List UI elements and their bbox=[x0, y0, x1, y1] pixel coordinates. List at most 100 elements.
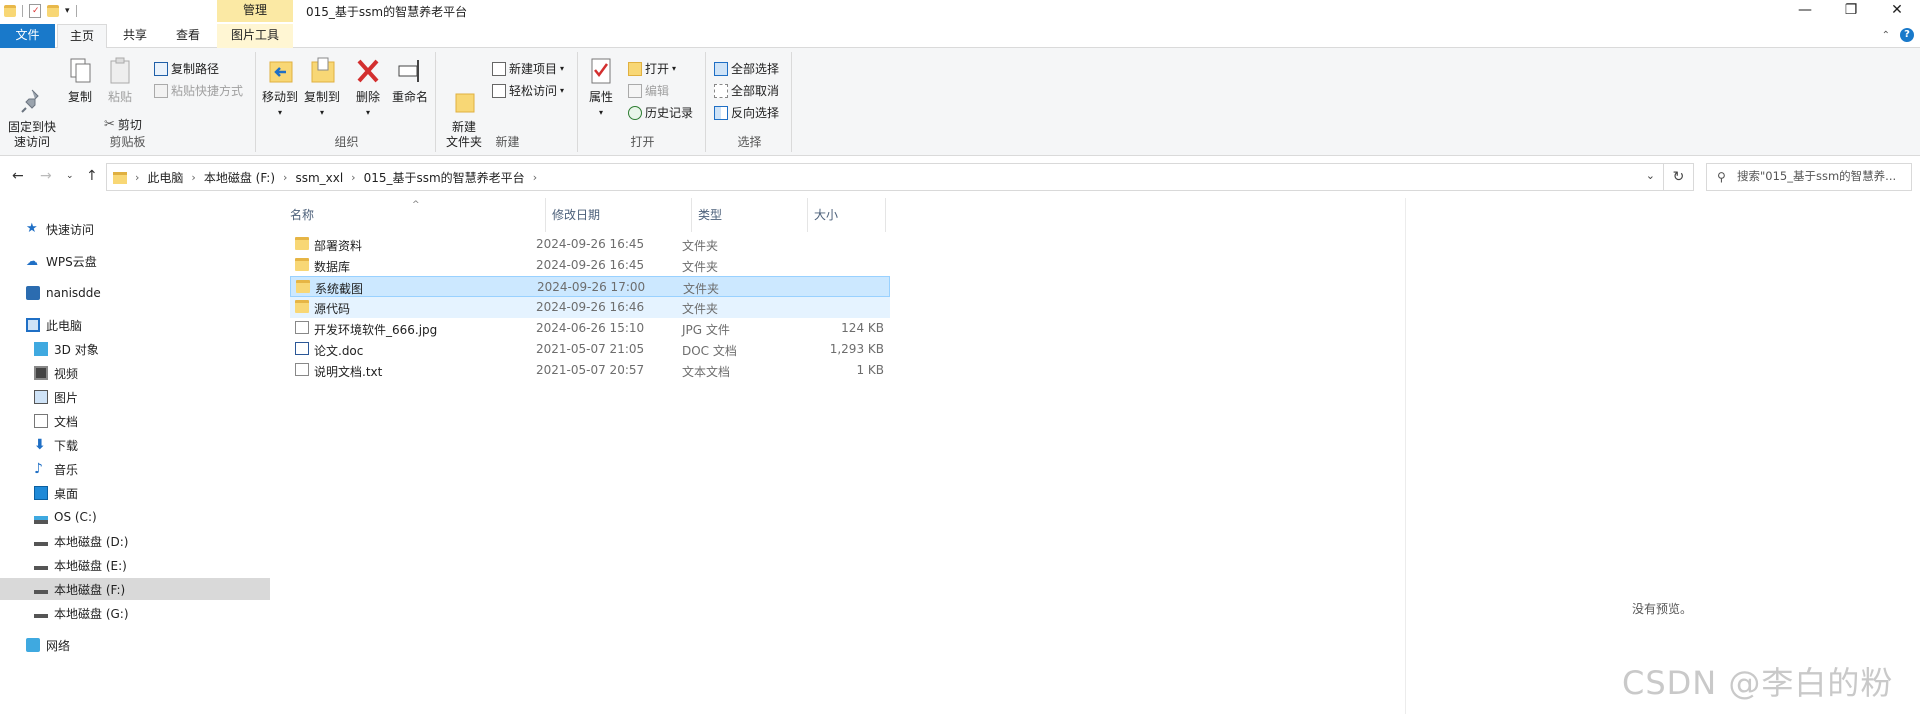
nav-music[interactable]: ♪ 音乐 bbox=[0, 458, 270, 480]
qat-dropdown-icon[interactable]: ▾ bbox=[65, 6, 70, 16]
delete-button[interactable]: 删除 ▾ bbox=[352, 54, 384, 120]
open-button[interactable]: 打开 ▾ bbox=[628, 60, 676, 77]
nav-drive-c[interactable]: OS (C:) bbox=[0, 506, 270, 528]
nav-downloads[interactable]: ⬇ 下载 bbox=[0, 434, 270, 456]
copy-path-button[interactable]: 复制路径 bbox=[154, 60, 219, 77]
table-row[interactable]: 说明文档.txt 2021-05-07 20:57 文本文档 1 KB bbox=[290, 360, 890, 381]
up-arrow-icon[interactable]: ↑ bbox=[86, 168, 98, 184]
table-row[interactable]: 论文.doc 2021-05-07 21:05 DOC 文档 1,293 KB bbox=[290, 339, 890, 360]
easy-access-button[interactable]: 轻松访问 ▾ bbox=[492, 82, 564, 99]
preview-pane-divider[interactable] bbox=[1405, 198, 1406, 714]
table-row[interactable]: 系统截图 2024-09-26 17:00 文件夹 bbox=[290, 276, 890, 297]
move-to-button[interactable]: 移动到 ▾ bbox=[260, 54, 300, 120]
table-row[interactable]: 开发环境软件_666.jpg 2024-06-26 15:10 JPG 文件 1… bbox=[290, 318, 890, 339]
tab-share[interactable]: 共享 bbox=[112, 24, 158, 48]
search-input[interactable] bbox=[1737, 169, 1907, 183]
breadcrumb-current[interactable]: 015_基于ssm的智慧养老平台 bbox=[364, 169, 525, 186]
cut-button[interactable]: ✂ 剪切 bbox=[104, 116, 142, 133]
dropdown-arrow-icon: ▾ bbox=[672, 64, 677, 73]
chevron-right-icon[interactable]: › bbox=[351, 171, 355, 184]
back-arrow-icon[interactable]: ← bbox=[12, 168, 24, 184]
table-row[interactable]: 部署资料 2024-09-26 16:45 文件夹 bbox=[290, 234, 890, 255]
tab-view[interactable]: 查看 bbox=[165, 24, 211, 48]
nav-videos[interactable]: 视频 bbox=[0, 362, 270, 384]
column-header-type[interactable]: 类型 bbox=[692, 198, 808, 232]
open-group: 属性 ▾ 打开 ▾ 编辑 历史记录 打开 bbox=[580, 52, 706, 152]
address-history-dropdown-icon[interactable]: ⌄ bbox=[1646, 169, 1655, 182]
tab-file[interactable]: 文件 bbox=[0, 24, 55, 48]
select-all-button[interactable]: 全部选择 bbox=[714, 60, 779, 77]
edit-button[interactable]: 编辑 bbox=[628, 82, 669, 99]
nav-documents[interactable]: 文档 bbox=[0, 410, 270, 432]
nav-quick-access[interactable]: ★ 快速访问 bbox=[0, 218, 270, 240]
copy-button[interactable]: 复制 bbox=[62, 54, 98, 105]
breadcrumb-ssm-xxl[interactable]: ssm_xxl bbox=[295, 171, 343, 185]
address-bar[interactable]: › 此电脑 › 本地磁盘 (F:) › ssm_xxl › 015_基于ssm的… bbox=[106, 163, 1664, 191]
refresh-icon: ↻ bbox=[1672, 169, 1685, 185]
invert-selection-icon bbox=[714, 105, 728, 120]
nav-3d-objects[interactable]: 3D 对象 bbox=[0, 338, 270, 360]
paste-shortcut-button[interactable]: 粘贴快捷方式 bbox=[154, 82, 243, 99]
minimize-button[interactable]: — bbox=[1782, 0, 1828, 22]
column-name-label: 名称 bbox=[290, 208, 315, 222]
rename-button[interactable]: 重命名 bbox=[390, 54, 430, 105]
tab-picture-tools[interactable]: 图片工具 bbox=[217, 24, 293, 48]
chevron-right-icon[interactable]: › bbox=[135, 171, 139, 184]
easy-access-label: 轻松访问 bbox=[509, 84, 558, 98]
folder-icon bbox=[296, 280, 310, 293]
open-folder-icon bbox=[628, 61, 642, 76]
paste-button[interactable]: 粘贴 bbox=[102, 54, 138, 105]
nav-wps-cloud[interactable]: ☁ WPS云盘 bbox=[0, 250, 270, 272]
invert-selection-button[interactable]: 反向选择 bbox=[714, 104, 779, 121]
nav-user-folder[interactable]: nanisdde bbox=[0, 282, 270, 304]
search-box[interactable]: ⚲ bbox=[1706, 163, 1912, 191]
address-row: ← → ⌄ ↑ › 此电脑 › 本地磁盘 (F:) › ssm_xxl › 01… bbox=[0, 160, 1920, 194]
column-header-name[interactable]: ^ 名称 bbox=[284, 198, 546, 232]
refresh-button[interactable]: ↻ bbox=[1664, 163, 1694, 191]
tab-home[interactable]: 主页 bbox=[57, 24, 107, 49]
breadcrumb-this-pc[interactable]: 此电脑 bbox=[147, 169, 183, 186]
collapse-ribbon-icon[interactable]: ⌃ bbox=[1882, 30, 1890, 41]
table-row[interactable]: 源代码 2024-09-26 16:46 文件夹 bbox=[290, 297, 890, 318]
move-folder-icon bbox=[266, 56, 294, 86]
forward-arrow-icon[interactable]: → bbox=[40, 168, 52, 184]
new-folder-qat-icon[interactable] bbox=[47, 5, 59, 17]
column-header-date[interactable]: 修改日期 bbox=[546, 198, 692, 232]
nav-pictures[interactable]: 图片 bbox=[0, 386, 270, 408]
properties-qat-icon[interactable]: ✓ bbox=[29, 4, 41, 18]
dropdown-arrow-icon: ▾ bbox=[365, 108, 370, 117]
nav-this-pc[interactable]: 此电脑 bbox=[0, 314, 270, 336]
history-label: 历史记录 bbox=[645, 106, 694, 120]
column-header-size[interactable]: 大小 bbox=[808, 198, 886, 232]
table-row[interactable]: 数据库 2024-09-26 16:45 文件夹 bbox=[290, 255, 890, 276]
select-none-button[interactable]: 全部取消 bbox=[714, 82, 779, 99]
new-group-label: 新建 bbox=[495, 135, 520, 149]
nav-drive-f[interactable]: 本地磁盘 (F:) bbox=[0, 578, 270, 600]
file-name: 说明文档.txt bbox=[314, 365, 383, 379]
nav-drive-g[interactable]: 本地磁盘 (G:) bbox=[0, 602, 270, 624]
image-file-icon bbox=[295, 321, 309, 334]
organize-group: 移动到 ▾ 复制到 ▾ 删除 ▾ 重命名 组织 bbox=[258, 52, 436, 152]
drive-icon bbox=[34, 584, 48, 594]
dropdown-arrow-icon: ▾ bbox=[598, 108, 603, 117]
nav-drive-e[interactable]: 本地磁盘 (E:) bbox=[0, 554, 270, 576]
rename-label: 重命名 bbox=[391, 90, 428, 104]
dropdown-arrow-icon: ▾ bbox=[319, 108, 324, 117]
nav-network[interactable]: 网络 bbox=[0, 634, 270, 656]
properties-button[interactable]: 属性 ▾ bbox=[584, 54, 618, 120]
chevron-right-icon[interactable]: › bbox=[283, 171, 287, 184]
help-icon[interactable]: ? bbox=[1900, 28, 1914, 42]
breadcrumb-drive-f[interactable]: 本地磁盘 (F:) bbox=[204, 169, 275, 186]
chevron-right-icon[interactable]: › bbox=[533, 171, 537, 184]
copy-to-button[interactable]: 复制到 ▾ bbox=[302, 54, 342, 120]
new-item-button[interactable]: 新建项目 ▾ bbox=[492, 60, 564, 77]
column-type-label: 类型 bbox=[698, 208, 723, 222]
chevron-right-icon[interactable]: › bbox=[191, 171, 195, 184]
open-label: 打开 bbox=[645, 62, 670, 76]
history-button[interactable]: 历史记录 bbox=[628, 104, 693, 121]
close-button[interactable]: ✕ bbox=[1874, 0, 1920, 22]
nav-desktop[interactable]: 桌面 bbox=[0, 482, 270, 504]
recent-locations-chevron-icon[interactable]: ⌄ bbox=[66, 171, 74, 181]
maximize-button[interactable]: ❐ bbox=[1828, 0, 1874, 22]
nav-drive-d[interactable]: 本地磁盘 (D:) bbox=[0, 530, 270, 552]
